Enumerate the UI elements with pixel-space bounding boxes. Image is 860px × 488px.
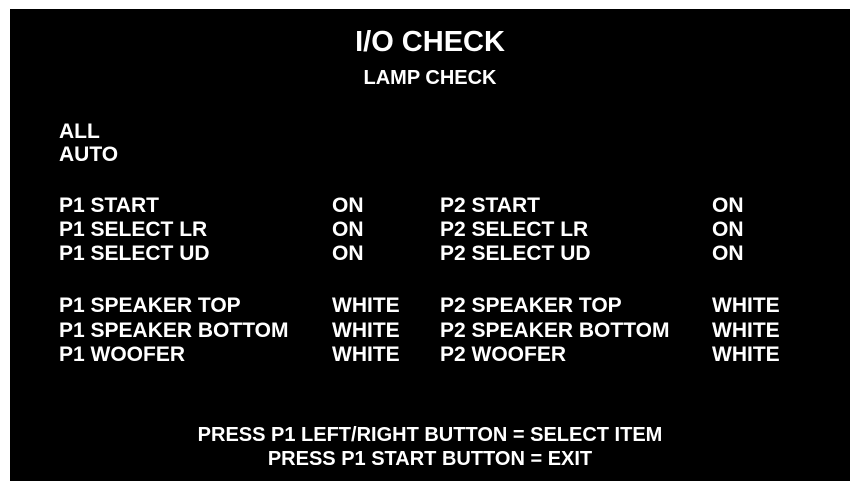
p2-woofer-value: WHITE <box>712 343 780 366</box>
p2-start-value: ON <box>712 194 744 217</box>
p2-select-ud-label[interactable]: P2 SELECT UD <box>440 242 591 266</box>
p2-select-ud-value: ON <box>712 242 744 265</box>
menu-item-auto[interactable]: AUTO <box>59 143 118 167</box>
p1-select-ud-value: ON <box>332 242 364 265</box>
p1-speaker-bottom-label[interactable]: P1 SPEAKER BOTTOM <box>59 319 288 343</box>
p2-speaker-bottom-value: WHITE <box>712 319 780 342</box>
lamp-check-screen: I/O CHECK LAMP CHECK ALL AUTO P1 START O… <box>10 9 850 481</box>
menu-item-all[interactable]: ALL <box>59 120 100 144</box>
p2-woofer-label[interactable]: P2 WOOFER <box>440 343 566 367</box>
p1-speaker-top-label[interactable]: P1 SPEAKER TOP <box>59 294 241 318</box>
p2-select-lr-label[interactable]: P2 SELECT LR <box>440 218 588 242</box>
p1-start-label[interactable]: P1 START <box>59 194 159 218</box>
p1-speaker-top-value: WHITE <box>332 294 400 317</box>
page-subtitle: LAMP CHECK <box>363 67 497 89</box>
p1-select-ud-label[interactable]: P1 SELECT UD <box>59 242 210 266</box>
p1-start-value: ON <box>332 194 364 217</box>
p2-speaker-top-label[interactable]: P2 SPEAKER TOP <box>440 294 622 318</box>
p2-speaker-top-value: WHITE <box>712 294 780 317</box>
p1-select-lr-label[interactable]: P1 SELECT LR <box>59 218 207 242</box>
p1-woofer-value: WHITE <box>332 343 400 366</box>
p2-select-lr-value: ON <box>712 218 744 241</box>
p1-woofer-label[interactable]: P1 WOOFER <box>59 343 185 367</box>
p1-speaker-bottom-value: WHITE <box>332 319 400 342</box>
p2-speaker-bottom-label[interactable]: P2 SPEAKER BOTTOM <box>440 319 669 343</box>
page-title: I/O CHECK <box>355 26 505 58</box>
p1-select-lr-value: ON <box>332 218 364 241</box>
instruction-exit: PRESS P1 START BUTTON = EXIT <box>267 448 593 470</box>
p2-start-label[interactable]: P2 START <box>440 194 540 218</box>
instruction-select-item: PRESS P1 LEFT/RIGHT BUTTON = SELECT ITEM <box>197 424 663 446</box>
